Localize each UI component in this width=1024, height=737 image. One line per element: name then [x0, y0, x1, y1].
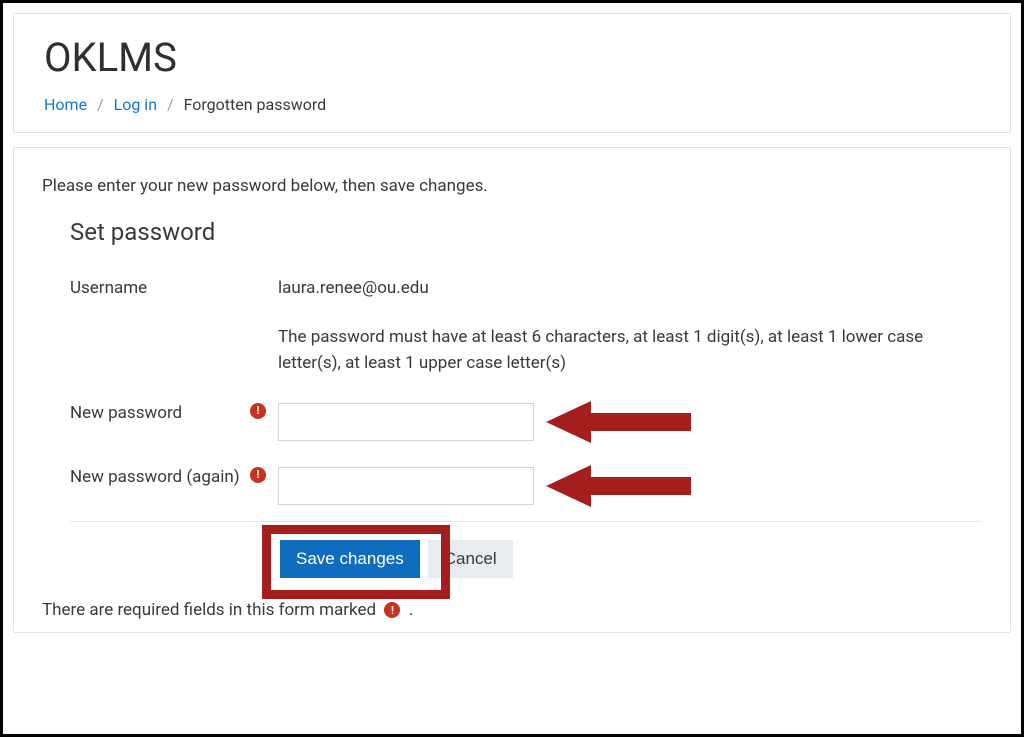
cancel-button[interactable]: Cancel	[428, 540, 513, 578]
breadcrumb-separator: /	[91, 95, 110, 114]
save-button[interactable]: Save changes	[280, 540, 420, 578]
new-password-again-label: New password (again)	[70, 467, 240, 487]
new-password-again-input[interactable]	[278, 467, 534, 505]
username-label: Username	[70, 278, 147, 298]
required-note-suffix: .	[409, 600, 413, 620]
breadcrumb-home[interactable]: Home	[44, 95, 87, 114]
site-title: OKLMS	[44, 34, 980, 81]
set-password-section: Set password Username laura.renee@ou.edu…	[42, 218, 982, 505]
header-card: OKLMS Home / Log in / Forgotten password	[13, 13, 1011, 133]
username-row: Username laura.renee@ou.edu	[70, 274, 982, 298]
new-password-row: New password !	[70, 399, 982, 441]
divider	[70, 521, 982, 522]
breadcrumb-login[interactable]: Log in	[114, 95, 157, 114]
password-hint-row: The password must have at least 6 charac…	[70, 320, 982, 377]
arrow-annotation-icon	[546, 397, 696, 447]
new-password-again-row: New password (again) !	[70, 463, 982, 505]
password-hint: The password must have at least 6 charac…	[278, 320, 982, 377]
required-icon: !	[250, 403, 266, 419]
username-value: laura.renee@ou.edu	[278, 274, 982, 298]
new-password-input[interactable]	[278, 403, 534, 441]
intro-text: Please enter your new password below, th…	[42, 176, 982, 196]
breadcrumb-current: Forgotten password	[184, 95, 327, 114]
content-card: Please enter your new password below, th…	[13, 147, 1011, 633]
actions-row: Save changes Cancel	[280, 540, 982, 578]
breadcrumb: Home / Log in / Forgotten password	[44, 95, 980, 114]
section-title: Set password	[70, 218, 982, 246]
breadcrumb-separator: /	[161, 95, 180, 114]
required-icon: !	[384, 602, 400, 618]
new-password-label: New password	[70, 403, 182, 423]
required-note-prefix: There are required fields in this form m…	[42, 600, 376, 620]
required-icon: !	[250, 467, 266, 483]
required-fields-note: There are required fields in this form m…	[42, 600, 982, 620]
arrow-annotation-icon	[546, 461, 696, 511]
